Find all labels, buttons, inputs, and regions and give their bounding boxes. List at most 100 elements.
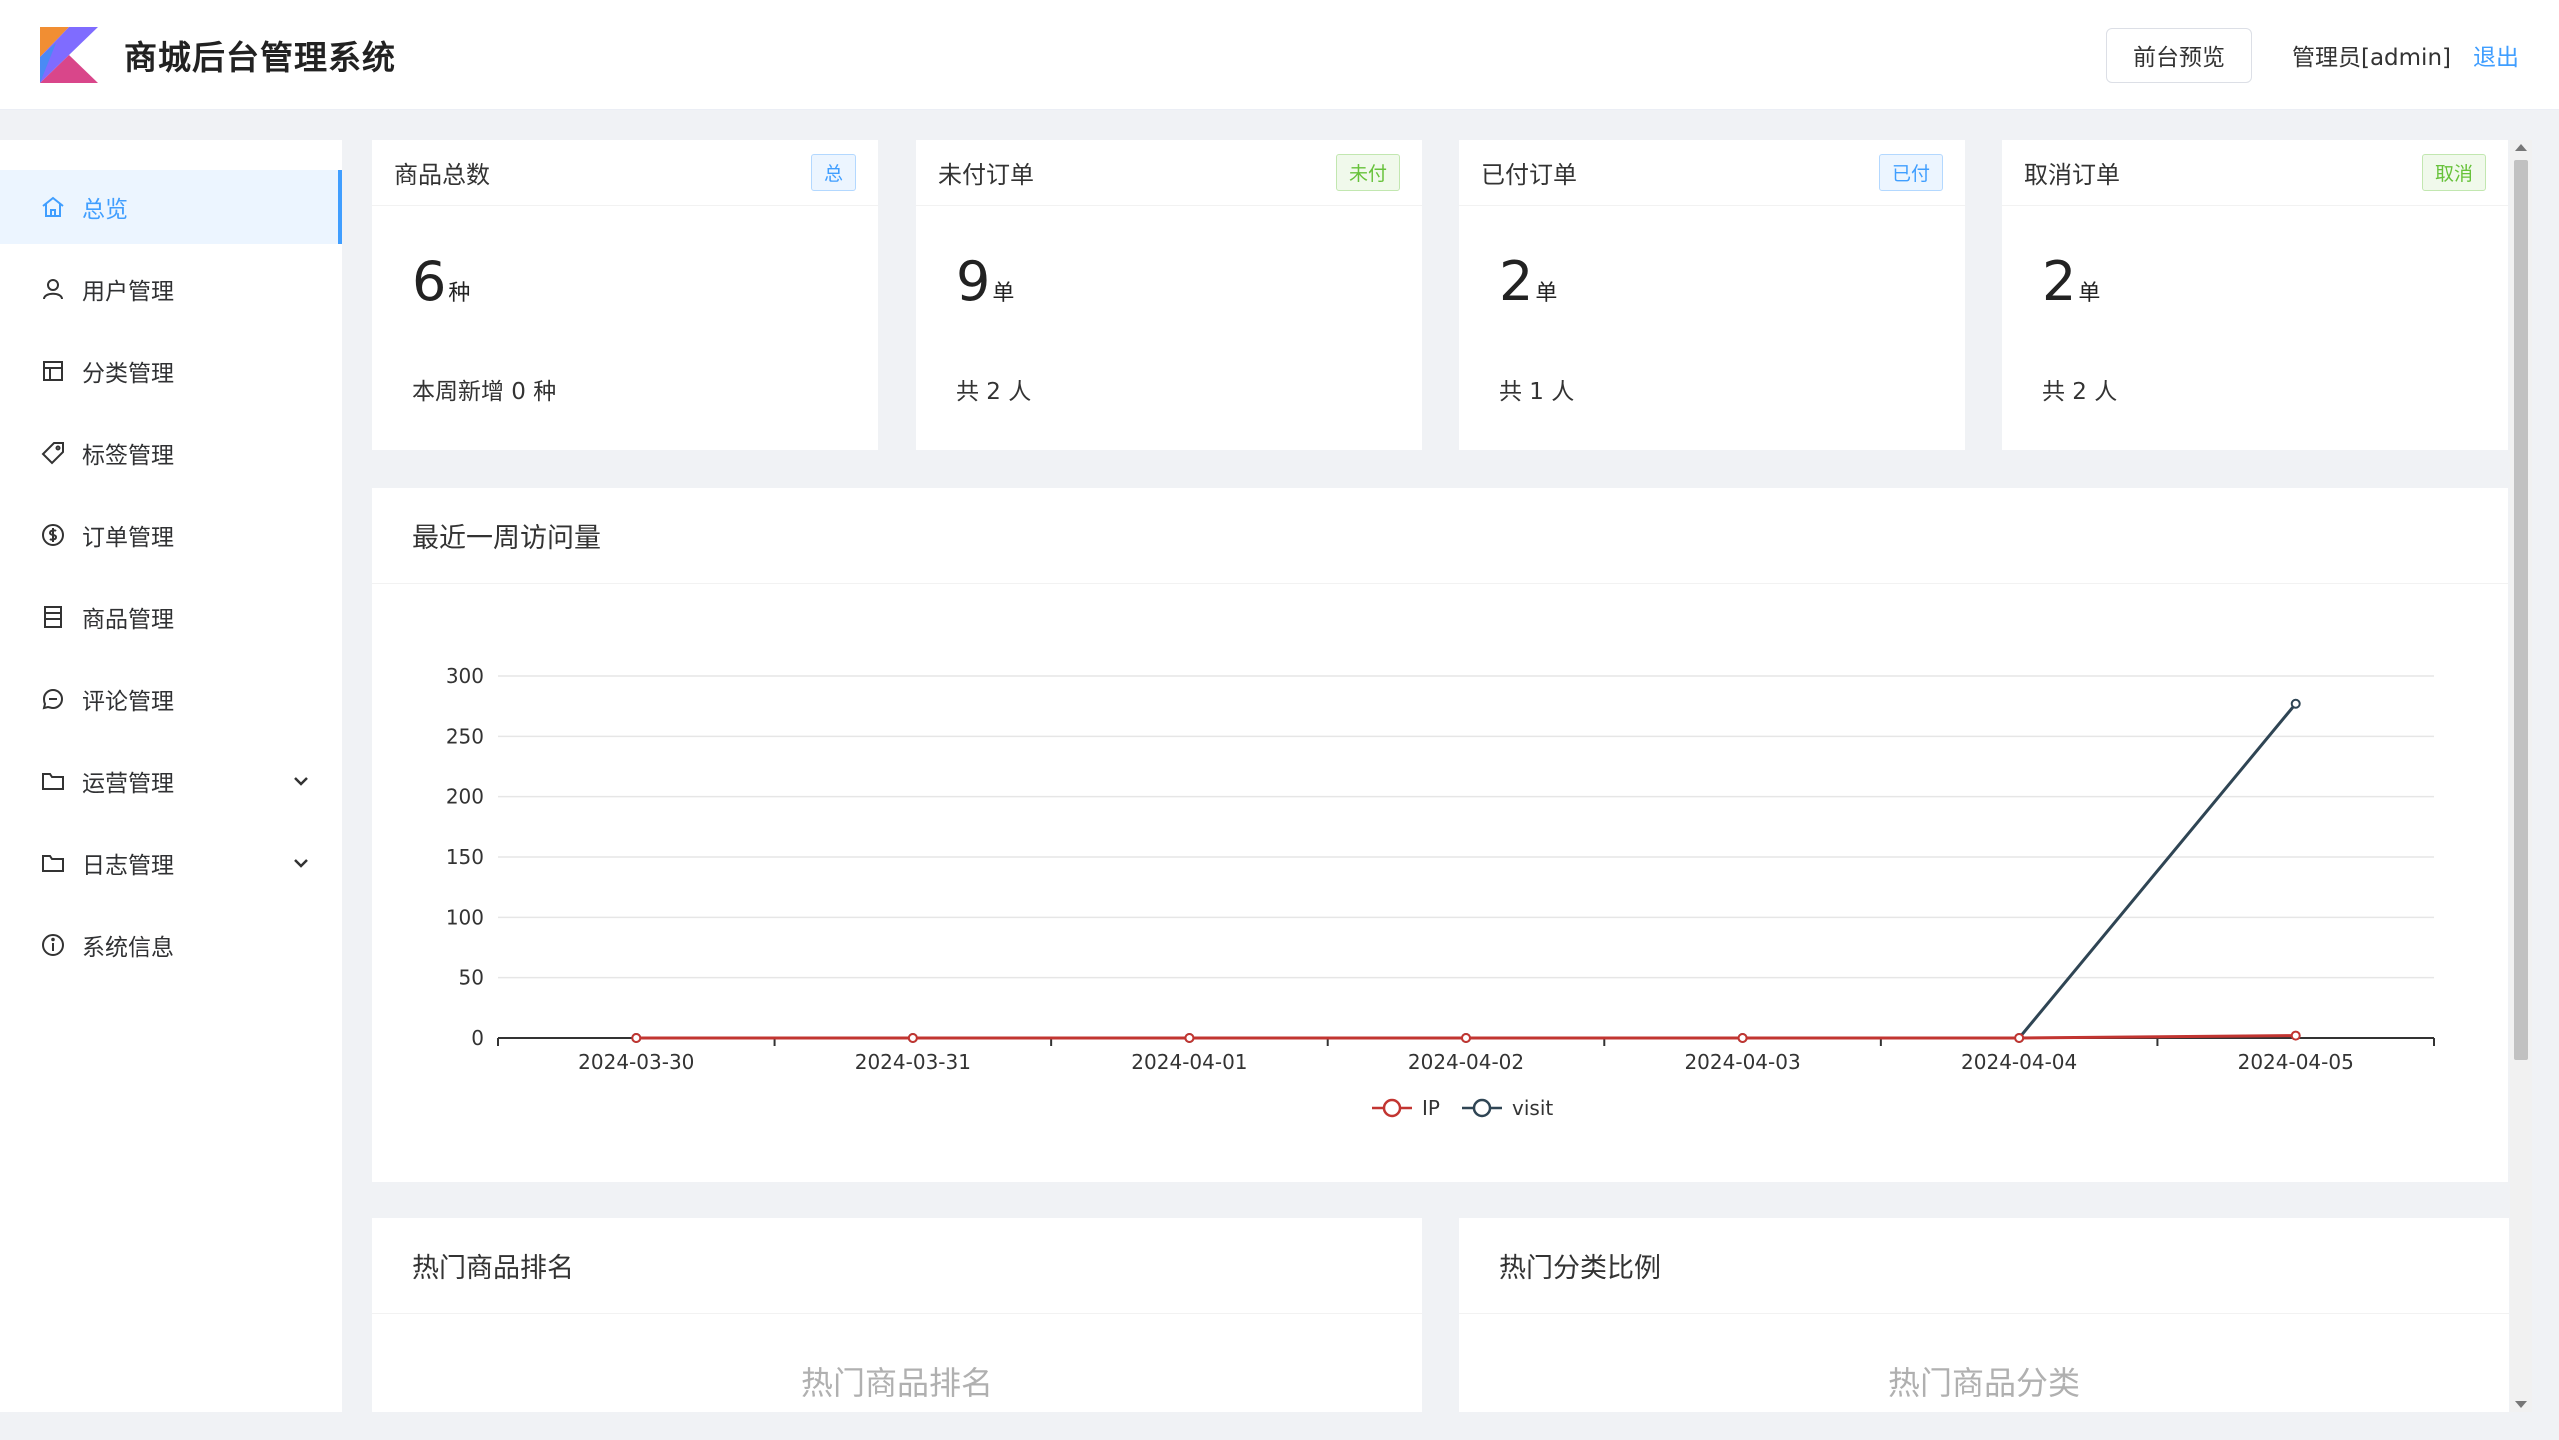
scroll-up-arrow[interactable] bbox=[2515, 144, 2527, 151]
sidebar-item-label: 用户管理 bbox=[82, 279, 174, 305]
stat-tag: 取消 bbox=[2421, 154, 2486, 191]
data-point bbox=[631, 1033, 642, 1043]
sidebar-item-orders[interactable]: 订单管理 bbox=[0, 498, 342, 572]
sidebar-item-label: 日志管理 bbox=[82, 853, 174, 879]
y-tick-label: 0 bbox=[471, 1026, 484, 1050]
sidebar-item-logs[interactable]: 日志管理 bbox=[0, 826, 342, 900]
info-icon bbox=[42, 934, 64, 956]
y-tick-label: 250 bbox=[446, 724, 484, 748]
y-tick-label: 300 bbox=[446, 664, 484, 688]
chevron-down-icon bbox=[294, 859, 308, 868]
x-tick-label: 2024-04-01 bbox=[1131, 1050, 1247, 1074]
stat-unit: 单 bbox=[992, 281, 1015, 306]
preview-button[interactable]: 前台预览 bbox=[2105, 27, 2252, 83]
sidebar-item-label: 系统信息 bbox=[82, 935, 174, 961]
stat-value: 2 bbox=[2042, 250, 2077, 313]
x-tick-label: 2024-04-03 bbox=[1684, 1050, 1800, 1074]
stat-subtext: 共 2 人 bbox=[956, 379, 1032, 405]
scroll-down-arrow[interactable] bbox=[2515, 1401, 2527, 1408]
admin-label: 管理员[admin] bbox=[2291, 45, 2451, 71]
sidebar-item-label: 评论管理 bbox=[82, 689, 174, 715]
x-tick-label: 2024-03-31 bbox=[855, 1050, 971, 1074]
stat-value: 9 bbox=[956, 250, 991, 313]
sidebar-item-label: 总览 bbox=[82, 197, 128, 223]
folder-icon bbox=[42, 773, 64, 790]
stat-tag: 已付 bbox=[1878, 154, 1943, 191]
stat-unit: 种 bbox=[448, 281, 471, 306]
user-icon bbox=[43, 279, 63, 300]
data-point bbox=[2290, 1030, 2301, 1041]
stat-value: 2 bbox=[1499, 250, 1534, 313]
stat-unit: 单 bbox=[1535, 281, 1558, 306]
stat-tag: 未付 bbox=[1335, 154, 1400, 191]
stat-title: 取消订单 bbox=[2024, 161, 2120, 189]
app-logo bbox=[40, 26, 98, 83]
stat-card-unpaid: 未付订单 未付 9 单 共 2 人 bbox=[916, 140, 1422, 450]
data-point bbox=[1737, 1033, 1748, 1043]
y-tick-label: 150 bbox=[446, 845, 484, 869]
data-point bbox=[1184, 1033, 1195, 1043]
header-actions: 前台预览 管理员[admin] 退出 bbox=[2105, 0, 2519, 110]
logout-link[interactable]: 退出 bbox=[2473, 38, 2519, 72]
sidebar-item-categories[interactable]: 分类管理 bbox=[0, 334, 342, 408]
legend-marker bbox=[1472, 1098, 1492, 1118]
list-icon bbox=[44, 606, 62, 628]
visits-chart-card: 最近一周访问量 0 50 100 150 200 250 300 2024-03-30 2024… bbox=[372, 488, 2508, 1182]
chevron-down-icon bbox=[294, 777, 308, 786]
stat-card-paid: 已付订单 已付 2 单 共 1 人 bbox=[1459, 140, 1965, 450]
layout-icon bbox=[43, 361, 63, 381]
card-title: 热门分类比例 bbox=[1459, 1218, 2509, 1314]
visits-line-chart: 0 50 100 150 200 250 300 2024-03-30 2024-03-31 20… bbox=[446, 664, 2435, 1120]
folder-icon bbox=[42, 855, 64, 872]
legend-label: visit bbox=[1512, 1096, 1553, 1120]
sidebar-item-label: 运营管理 bbox=[82, 771, 174, 797]
data-point bbox=[2014, 1033, 2025, 1043]
stat-tag: 总 bbox=[810, 154, 856, 191]
stat-card-products: 商品总数 总 6 种 本周新增 0 种 bbox=[372, 140, 878, 450]
sidebar-menu: 总览 用户管理 分类管理 标签管理 订单管理 商品管理 评论管理 运营管理 日志… bbox=[0, 140, 342, 1412]
sidebar-item-users[interactable]: 用户管理 bbox=[0, 252, 342, 326]
sidebar-item-system-info[interactable]: 系统信息 bbox=[0, 908, 342, 982]
legend-marker bbox=[1382, 1098, 1402, 1118]
data-point bbox=[1461, 1033, 1471, 1043]
sidebar-item-comments[interactable]: 评论管理 bbox=[0, 662, 342, 736]
stat-subtext: 共 1 人 bbox=[1499, 379, 1575, 405]
legend-label: IP bbox=[1422, 1096, 1440, 1120]
chat-icon bbox=[42, 688, 64, 710]
y-tick-label: 200 bbox=[446, 785, 484, 809]
stat-title: 未付订单 bbox=[938, 161, 1034, 189]
coin-icon bbox=[42, 524, 64, 546]
stat-title: 商品总数 bbox=[394, 161, 490, 189]
stat-unit: 单 bbox=[2078, 281, 2101, 306]
page-scrollbar[interactable] bbox=[2510, 140, 2532, 1412]
stat-card-cancelled: 取消订单 取消 2 单 共 2 人 bbox=[2002, 140, 2508, 450]
x-tick-label: 2024-03-30 bbox=[578, 1050, 694, 1074]
x-tick-label: 2024-04-05 bbox=[2238, 1050, 2354, 1074]
sidebar-item-tags[interactable]: 标签管理 bbox=[0, 416, 342, 490]
scroll-thumb[interactable] bbox=[2514, 160, 2528, 1060]
sidebar-item-label: 商品管理 bbox=[82, 607, 174, 633]
series-line-visit bbox=[636, 702, 2297, 1040]
app-title: 商城后台管理系统 bbox=[124, 37, 396, 77]
hot-products-card: 热门商品排名 热门商品排名 bbox=[372, 1218, 1422, 1412]
sidebar-item-label: 分类管理 bbox=[82, 361, 174, 387]
sidebar-item-label: 订单管理 bbox=[82, 525, 174, 551]
tag-icon bbox=[41, 442, 64, 465]
stat-title: 已付订单 bbox=[1481, 161, 1577, 189]
home-icon bbox=[42, 196, 64, 217]
stat-value: 6 bbox=[412, 250, 447, 313]
data-point bbox=[2290, 698, 2301, 709]
hot-categories-placeholder: 热门商品分类 bbox=[1887, 1364, 2080, 1402]
y-tick-label: 100 bbox=[446, 905, 484, 929]
card-title: 最近一周访问量 bbox=[372, 488, 2508, 584]
top-header: 商城后台管理系统 前台预览 管理员[admin] 退出 bbox=[0, 0, 2559, 110]
sidebar-item-operations[interactable]: 运营管理 bbox=[0, 744, 342, 818]
sidebar-item-products[interactable]: 商品管理 bbox=[0, 580, 342, 654]
x-tick-label: 2024-04-02 bbox=[1408, 1050, 1524, 1074]
y-tick-label: 50 bbox=[459, 966, 484, 990]
x-tick-label: 2024-04-04 bbox=[1961, 1050, 2077, 1074]
card-title: 热门商品排名 bbox=[372, 1218, 1422, 1314]
sidebar-item-overview[interactable]: 总览 bbox=[0, 170, 342, 244]
sidebar-item-label: 标签管理 bbox=[82, 443, 174, 469]
hot-products-placeholder: 热门商品排名 bbox=[800, 1364, 993, 1402]
